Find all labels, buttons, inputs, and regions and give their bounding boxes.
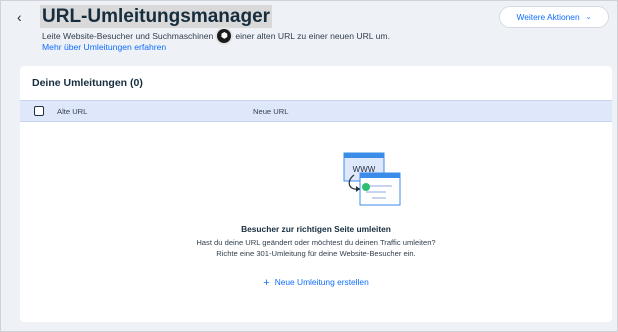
empty-state-text: Hast du deine URL geändert oder möchtest… <box>20 238 612 259</box>
empty-state-title: Besucher zur richtigen Seite umleiten <box>241 224 391 234</box>
empty-state-text-line-1: Hast du deine URL geändert oder möchtest… <box>196 238 436 247</box>
plus-icon: + <box>263 277 270 289</box>
page-subtitle: Leite Website-Besucher und Suchmaschinen… <box>42 29 390 43</box>
table-header: Alte URL Neue URL <box>20 100 612 122</box>
card-title: Deine Umleitungen (0) <box>32 77 143 89</box>
overlay-cursor-icon: ⬢ <box>217 29 232 43</box>
chevron-left-icon: ‹ <box>17 9 22 25</box>
back-button[interactable]: ‹ <box>17 9 31 25</box>
empty-state-text-line-2: Richte eine 301-Umleitung für deine Webs… <box>216 248 416 258</box>
redirects-card: Deine Umleitungen (0) Alte URL Neue URL … <box>20 66 612 322</box>
page-title: URL-Umleitungsmanager <box>40 5 273 28</box>
column-header-old-url: Alte URL <box>57 107 88 116</box>
more-actions-button[interactable]: Weitere Aktionen ⌄ <box>499 6 609 28</box>
column-header-new-url: Neue URL <box>253 107 289 116</box>
create-redirect-label: Neue Umleitung erstellen <box>274 277 369 287</box>
subtitle-text-end: einer alten URL zu einer neuen URL um. <box>235 31 390 41</box>
redirect-illustration-icon: WWW <box>343 152 401 206</box>
create-redirect-button[interactable]: + Neue Umleitung erstellen <box>20 277 612 289</box>
learn-more-link[interactable]: Mehr über Umleitungen erfahren <box>42 42 166 52</box>
subtitle-text-start: Leite Website-Besucher und Suchmaschinen <box>42 31 214 41</box>
chevron-down-icon: ⌄ <box>585 14 592 21</box>
app-frame: ‹ URL-Umleitungsmanager Leite Website-Be… <box>0 0 618 332</box>
select-all-checkbox[interactable] <box>34 106 44 116</box>
more-actions-label: Weitere Aktionen <box>516 12 580 22</box>
